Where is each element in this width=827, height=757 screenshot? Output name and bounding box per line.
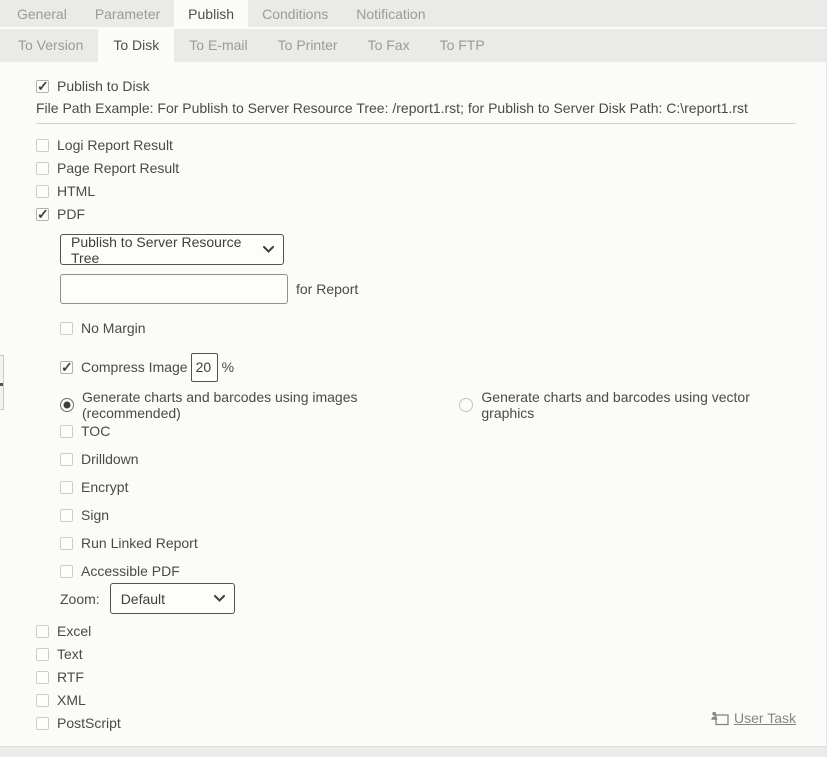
html-checkbox[interactable] [36, 185, 49, 198]
rtf-label: RTF [57, 669, 84, 685]
publish-destination-select[interactable]: Publish to Server Resource Tree [60, 234, 284, 265]
user-task-link[interactable]: User Task [711, 710, 796, 726]
secondary-tabbar: To Version To Disk To E-mail To Printer … [0, 29, 826, 62]
compress-image-label: Compress Image [81, 359, 188, 375]
tab-to-printer[interactable]: To Printer [263, 29, 353, 62]
no-margin-row: No Margin [60, 320, 796, 336]
publish-to-disk-label: Publish to Disk [57, 78, 150, 94]
page-report-result-label: Page Report Result [57, 160, 179, 176]
encrypt-label: Encrypt [81, 479, 128, 495]
run-linked-report-checkbox[interactable] [60, 537, 73, 550]
toc-checkbox[interactable] [60, 425, 73, 438]
run-linked-report-label: Run Linked Report [81, 535, 198, 551]
format-row-pdf: PDF [36, 206, 796, 222]
accessible-pdf-label: Accessible PDF [81, 563, 180, 579]
xml-checkbox[interactable] [36, 694, 49, 707]
percent-label: % [222, 359, 234, 375]
logi-report-result-label: Logi Report Result [57, 137, 173, 153]
sign-row: Sign [60, 507, 796, 523]
publish-to-disk-row: Publish to Disk [36, 78, 796, 94]
tab-to-fax[interactable]: To Fax [353, 29, 425, 62]
report-path-input[interactable] [60, 274, 288, 304]
tab-publish[interactable]: Publish [174, 0, 248, 29]
pdf-checkbox[interactable] [36, 208, 49, 221]
user-task-label: User Task [734, 710, 796, 726]
compress-image-checkbox[interactable] [60, 361, 73, 374]
chevron-down-icon [263, 246, 274, 253]
tab-to-version[interactable]: To Version [3, 29, 98, 62]
format-row-text: Text [36, 646, 796, 662]
images-radio-label: Generate charts and barcodes using image… [82, 389, 448, 421]
text-checkbox[interactable] [36, 648, 49, 661]
tab-parameter[interactable]: Parameter [81, 0, 174, 27]
user-task-icon [711, 711, 729, 726]
format-row-page-report-result: Page Report Result [36, 160, 796, 176]
tab-to-disk[interactable]: To Disk [98, 29, 174, 62]
encrypt-row: Encrypt [60, 479, 796, 495]
format-row-html: HTML [36, 183, 796, 199]
publish-to-disk-checkbox[interactable] [36, 80, 49, 93]
sign-checkbox[interactable] [60, 509, 73, 522]
page-report-result-checkbox[interactable] [36, 162, 49, 175]
encrypt-checkbox[interactable] [60, 481, 73, 494]
sign-label: Sign [81, 507, 109, 523]
vector-graphics-radio-label: Generate charts and barcodes using vecto… [481, 389, 796, 421]
more-formats-block: Excel Text RTF XML PostScript [36, 623, 796, 731]
for-report-label: for Report [296, 281, 358, 297]
accessible-pdf-checkbox[interactable] [60, 565, 73, 578]
vector-graphics-radio[interactable] [459, 398, 473, 412]
excel-label: Excel [57, 623, 91, 639]
toc-label: TOC [81, 423, 110, 439]
render-mode-row: Generate charts and barcodes using image… [60, 397, 796, 413]
tab-to-ftp[interactable]: To FTP [425, 29, 500, 62]
tab-conditions[interactable]: Conditions [248, 0, 342, 27]
tab-to-email[interactable]: To E-mail [174, 29, 262, 62]
rtf-checkbox[interactable] [36, 671, 49, 684]
logi-report-result-checkbox[interactable] [36, 139, 49, 152]
format-row-postscript: PostScript [36, 715, 796, 731]
toc-row: TOC [60, 423, 796, 439]
publish-destination-value: Publish to Server Resource Tree [71, 234, 251, 266]
run-linked-report-row: Run Linked Report [60, 535, 796, 551]
divider [36, 123, 796, 124]
excel-checkbox[interactable] [36, 625, 49, 638]
pdf-label: PDF [57, 206, 85, 222]
panel-resize-handle[interactable] [0, 355, 4, 410]
xml-label: XML [57, 692, 86, 708]
file-path-example-note: File Path Example: For Publish to Server… [36, 101, 796, 116]
zoom-row: Zoom: Default [60, 583, 796, 614]
html-label: HTML [57, 183, 95, 199]
chevron-down-icon [214, 595, 225, 602]
format-row-xml: XML [36, 692, 796, 708]
drilldown-checkbox[interactable] [60, 453, 73, 466]
bottom-strip [0, 746, 826, 757]
pdf-options-block: Publish to Server Resource Tree for Repo… [60, 229, 796, 614]
publish-settings-panel: General Parameter Publish Conditions Not… [0, 0, 827, 757]
zoom-label: Zoom: [60, 591, 100, 607]
no-margin-label: No Margin [81, 320, 146, 336]
compress-image-row: Compress Image % [60, 352, 796, 382]
format-row-excel: Excel [36, 623, 796, 639]
format-row-rtf: RTF [36, 669, 796, 685]
report-path-row: for Report [60, 274, 796, 304]
zoom-select[interactable]: Default [110, 583, 235, 614]
zoom-select-value: Default [121, 591, 165, 607]
primary-tabbar: General Parameter Publish Conditions Not… [0, 0, 826, 29]
accessible-pdf-row: Accessible PDF [60, 563, 796, 579]
images-radio[interactable] [60, 398, 74, 412]
to-disk-panel: Publish to Disk File Path Example: For P… [0, 62, 826, 746]
postscript-label: PostScript [57, 715, 121, 731]
drilldown-label: Drilldown [81, 451, 139, 467]
postscript-checkbox[interactable] [36, 717, 49, 730]
no-margin-checkbox[interactable] [60, 322, 73, 335]
compress-percentage-input[interactable] [191, 353, 218, 382]
tab-notification[interactable]: Notification [342, 0, 439, 27]
drilldown-row: Drilldown [60, 451, 796, 467]
tab-general[interactable]: General [3, 0, 81, 27]
text-label: Text [57, 646, 83, 662]
format-row-logi-report-result: Logi Report Result [36, 137, 796, 153]
